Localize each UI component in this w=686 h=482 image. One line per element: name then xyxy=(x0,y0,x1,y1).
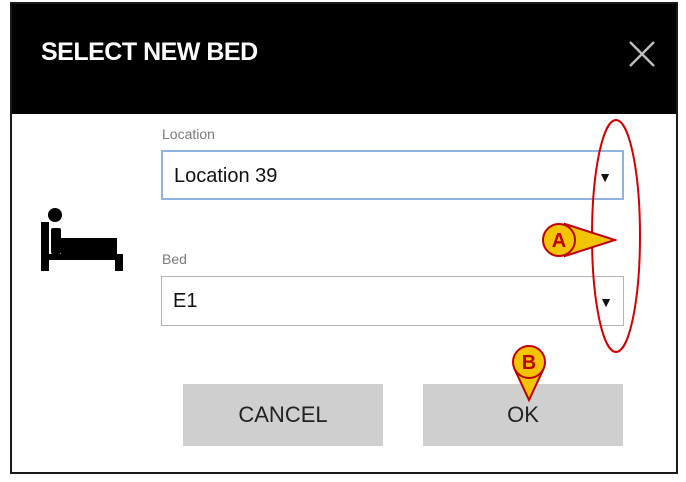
location-label: Location xyxy=(162,126,215,142)
annotation-a-label: A xyxy=(552,230,566,252)
dialog-title: SELECT NEW BED xyxy=(41,38,258,66)
close-icon[interactable] xyxy=(620,32,664,76)
bed-label: Bed xyxy=(162,251,187,267)
annotation-marker-b: B xyxy=(512,345,546,403)
annotation-b-label: B xyxy=(522,352,536,374)
bed-select[interactable]: E1 ▼ xyxy=(161,276,624,326)
bed-icon xyxy=(38,207,124,276)
cancel-button[interactable]: CANCEL xyxy=(183,384,383,446)
location-select[interactable]: Location 39 ▼ xyxy=(161,150,624,200)
location-select-value: Location 39 xyxy=(174,165,278,187)
annotation-marker-a: A xyxy=(542,222,617,258)
bed-select-value: E1 xyxy=(173,290,198,312)
dialog-titlebar: SELECT NEW BED xyxy=(12,4,676,114)
